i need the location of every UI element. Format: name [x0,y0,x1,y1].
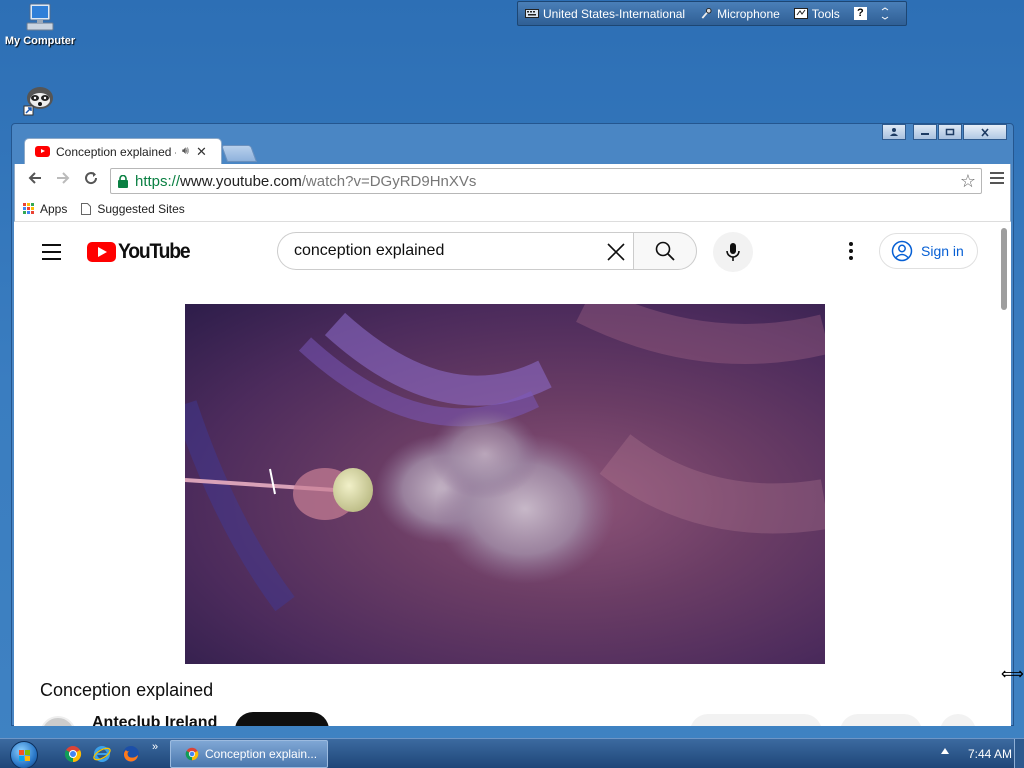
firefox-icon[interactable] [122,745,140,763]
voice-search-button[interactable] [713,232,753,272]
microphone-button[interactable]: Microphone [692,2,787,25]
chrome-icon[interactable] [64,745,82,763]
tools-icon [793,8,808,19]
chrome-icon [185,747,199,761]
youtube-logo-text: YouTube [118,240,191,263]
tab-strip: Conception explained - 🔊︎ ✕ [14,138,1011,164]
start-button[interactable] [10,741,38,768]
tab-title: Conception explained - [56,144,176,159]
close-icon [981,127,989,137]
desktop-icon-shortcut[interactable] [22,84,58,116]
channel-avatar[interactable] [40,716,76,726]
desktop-icon-label: My Computer [4,35,76,47]
like-button[interactable] [690,714,822,726]
video-frame-image [185,304,825,612]
speaker-icon[interactable]: 🔊︎ [182,145,189,158]
lock-icon [118,174,128,188]
browser-toolbar: https://www.youtube.com/watch?v=DGyRD9Hn… [14,164,1011,196]
video-title: Conception explained [40,680,214,700]
subscribe-button[interactable] [235,712,329,726]
clear-search-icon[interactable] [602,238,630,266]
language-label: United States-International [543,6,686,21]
browser-menu-button[interactable] [990,172,1004,187]
windows-logo-icon [19,750,30,761]
bookmark-apps[interactable]: Apps [23,202,67,216]
resize-cursor-icon: ⟺ [1001,666,1024,683]
forward-arrow-icon [57,172,70,184]
sign-in-label: Sign in [921,243,964,259]
computer-icon [26,3,54,31]
browser-window: Conception explained - 🔊︎ ✕ https://www.… [11,123,1014,726]
microphone-icon [726,243,740,261]
search-icon [655,241,675,261]
url-path: /watch?v=DGyRD9HnXVs [301,172,477,190]
more-actions-button[interactable] [940,714,976,726]
youtube-page: YouTube conception explained Sign in Con… [14,222,1011,726]
microphone-icon [701,8,712,19]
chevron-down-icon [881,6,889,20]
page-scrollbar[interactable] [1001,228,1007,310]
video-player[interactable] [185,304,825,664]
new-tab-button[interactable] [220,145,258,162]
channel-row: Anteclub Ireland [40,712,980,726]
taskbar: » Conception explain... 7:44 AM [0,738,1024,768]
taskbar-chrome-window[interactable]: Conception explain... [170,740,328,768]
page-icon [81,202,92,215]
url-host: www.youtube.com [180,172,302,190]
youtube-header: YouTube conception explained Sign in [14,222,994,280]
search-query: conception explained [294,242,445,259]
desktop-icon-my-computer[interactable]: My Computer [4,3,76,47]
reload-icon [85,172,98,185]
channel-name[interactable]: Anteclub Ireland [92,714,217,726]
help-icon: ? [853,7,867,20]
language-bar-options-button[interactable] [874,2,896,25]
forward-button[interactable] [53,170,73,190]
back-button[interactable] [25,170,45,190]
show-desktop-button[interactable] [1014,739,1024,768]
bookmark-suggested-sites[interactable]: Suggested Sites [81,201,185,216]
guide-menu-button[interactable] [42,244,61,265]
language-bar: United States-International Microphone T… [517,1,907,26]
quick-launch-overflow-icon[interactable]: » [152,741,158,753]
notification-area-expand-icon[interactable] [941,748,949,754]
system-clock[interactable]: 7:44 AM [968,747,1012,761]
share-button[interactable] [840,714,922,726]
language-selector[interactable]: United States-International [518,2,692,25]
back-arrow-icon [28,172,41,184]
bookmark-label: Apps [40,201,68,216]
bookmark-star-icon[interactable]: ☆ [960,171,976,192]
microphone-label: Microphone [717,6,780,21]
bookmark-label: Suggested Sites [97,201,185,216]
keyboard-icon [525,9,539,18]
user-icon [890,128,898,136]
youtube-play-icon [87,242,116,262]
search-button[interactable] [633,232,697,270]
tools-label: Tools [811,6,840,21]
sign-in-button[interactable]: Sign in [879,233,978,269]
minimize-icon [921,133,929,135]
settings-menu-button[interactable] [849,242,853,263]
taskbar-window-label: Conception explain... [205,747,318,761]
reload-button[interactable] [81,170,101,190]
youtube-logo[interactable]: YouTube [87,240,196,264]
tab-conception-explained[interactable]: Conception explained - 🔊︎ ✕ [24,138,222,164]
tools-button[interactable]: Tools [787,2,847,25]
search-input[interactable]: conception explained [277,232,634,270]
youtube-favicon [35,146,50,157]
apps-grid-icon [23,203,34,214]
url-protocol: https:// [135,172,181,190]
account-icon [891,240,913,262]
raccoon-icon [23,87,53,116]
restore-icon [945,128,955,136]
address-bar[interactable]: https://www.youtube.com/watch?v=DGyRD9Hn… [110,168,982,194]
internet-explorer-icon[interactable] [93,745,111,763]
help-button[interactable]: ? [847,2,874,25]
bookmarks-bar: Apps Suggested Sites [14,196,1011,222]
close-tab-icon[interactable]: ✕ [196,144,207,160]
